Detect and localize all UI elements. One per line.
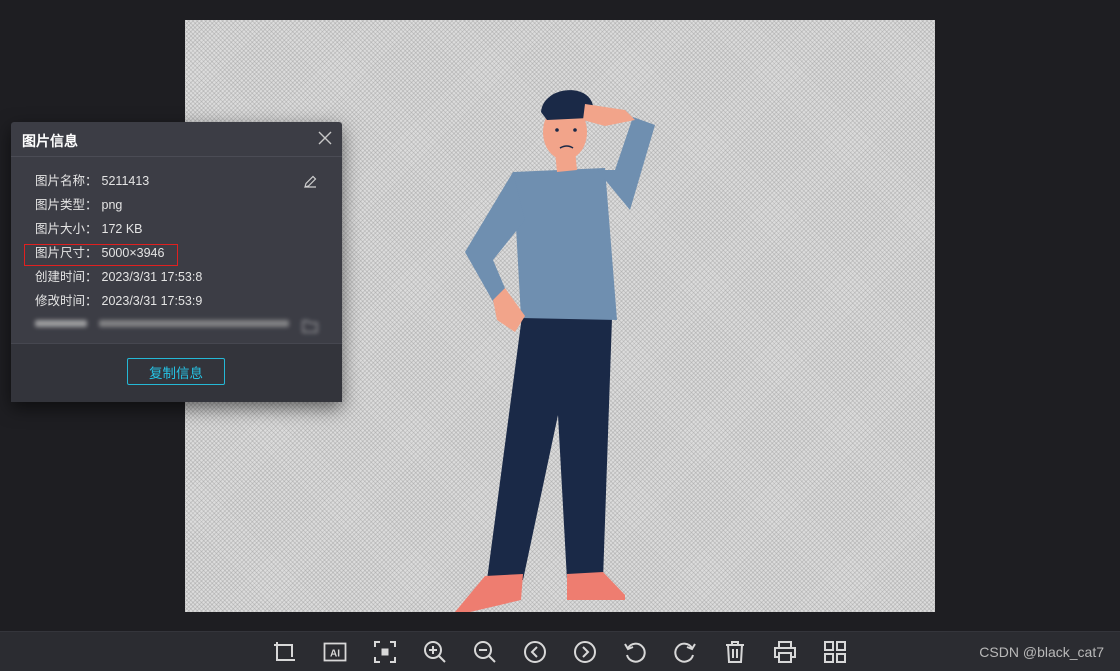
panel-title: 图片信息 — [22, 133, 78, 149]
watermark-text: CSDN @black_cat7 — [979, 644, 1104, 660]
info-value: png — [101, 198, 123, 212]
image-info-panel: 图片信息 图片名称： 5211413 图片类型： png 图片大小： 172 KB 图… — [11, 122, 342, 402]
panel-footer: 复制信息 — [11, 343, 342, 402]
info-list: 图片名称： 5211413 图片类型： png 图片大小： 172 KB 图片尺寸： 5… — [11, 157, 342, 337]
panel-header: 图片信息 — [11, 122, 342, 157]
close-icon[interactable] — [316, 129, 334, 147]
fit-screen-icon[interactable] — [372, 639, 398, 665]
rotate-left-icon[interactable] — [622, 639, 648, 665]
zoom-out-icon[interactable] — [472, 639, 498, 665]
previous-icon[interactable] — [522, 639, 548, 665]
ai-icon[interactable]: AI — [322, 639, 348, 665]
info-value: 2023/3/31 17:53:9 — [101, 294, 203, 308]
info-row-path-redacted — [11, 313, 342, 337]
grid-icon[interactable] — [822, 639, 848, 665]
info-row-modified: 修改时间： 2023/3/31 17:53:9 — [11, 289, 342, 313]
copy-info-button[interactable]: 复制信息 — [127, 358, 225, 385]
delete-icon[interactable] — [722, 639, 748, 665]
info-value: 2023/3/31 17:53:8 — [101, 270, 203, 284]
info-label: 修改时间： — [35, 294, 98, 308]
print-icon[interactable] — [772, 639, 798, 665]
info-label: 创建时间： — [35, 270, 98, 284]
info-value: 5211413 — [101, 174, 150, 188]
next-icon[interactable] — [572, 639, 598, 665]
info-row-name: 图片名称： 5211413 — [11, 169, 342, 193]
zoom-in-icon[interactable] — [422, 639, 448, 665]
info-label: 图片大小： — [35, 222, 98, 236]
dimensions-highlight-box — [24, 244, 178, 266]
rotate-right-icon[interactable] — [672, 639, 698, 665]
info-label: 图片名称： — [35, 174, 98, 188]
edit-name-icon[interactable] — [302, 174, 318, 190]
ai-icon-text: AI — [330, 649, 340, 660]
info-row-type: 图片类型： png — [11, 193, 342, 217]
info-value: 172 KB — [101, 222, 143, 236]
folder-icon[interactable] — [302, 317, 318, 333]
redacted-path — [35, 320, 289, 327]
crop-icon[interactable] — [272, 639, 298, 665]
bottom-toolbar: AI CSDN @black_cat7 — [0, 631, 1120, 671]
info-label: 图片类型： — [35, 198, 98, 212]
info-row-size: 图片大小： 172 KB — [11, 217, 342, 241]
info-row-created: 创建时间： 2023/3/31 17:53:8 — [11, 265, 342, 289]
